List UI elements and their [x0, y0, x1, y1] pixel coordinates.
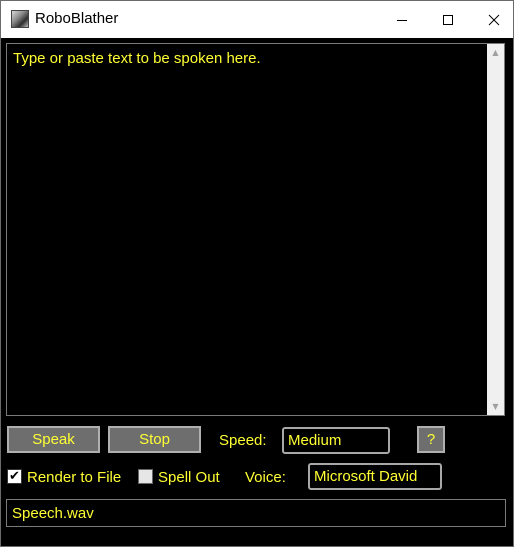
maximize-button[interactable]	[425, 1, 471, 38]
spell-out-checkbox[interactable]	[138, 469, 153, 484]
voice-select[interactable]: Microsoft David	[308, 463, 442, 490]
title-bar[interactable]: RoboBlather	[1, 1, 513, 38]
app-window: RoboBlather Type or paste text to be spo…	[0, 0, 514, 547]
speed-label: Speed:	[219, 432, 267, 449]
minimize-button[interactable]	[379, 1, 425, 38]
app-portrait-icon	[11, 10, 29, 28]
scroll-down-arrow-icon[interactable]: ▼	[487, 398, 504, 415]
close-button[interactable]	[471, 1, 514, 38]
text-placeholder: Type or paste text to be spoken here.	[13, 50, 261, 67]
maximize-icon	[443, 14, 453, 25]
scroll-up-arrow-icon[interactable]: ▲	[487, 44, 504, 61]
render-to-file-checkbox[interactable]: ✔	[7, 469, 22, 484]
output-filename-field[interactable]: Speech.wav	[6, 499, 506, 527]
window-title: RoboBlather	[35, 10, 119, 27]
speed-select[interactable]: Medium	[282, 427, 390, 454]
spell-out-label[interactable]: Spell Out	[158, 469, 220, 487]
vertical-scrollbar[interactable]: ▲ ▼	[487, 44, 504, 415]
render-to-file-label[interactable]: Render to File	[27, 469, 121, 487]
stop-button[interactable]: Stop	[108, 426, 201, 453]
minimize-icon	[397, 19, 407, 21]
voice-label: Voice:	[245, 469, 286, 486]
speech-text-area[interactable]: Type or paste text to be spoken here. ▲ …	[6, 43, 505, 416]
close-icon	[488, 14, 500, 25]
help-button[interactable]: ?	[417, 426, 445, 453]
speak-button[interactable]: Speak	[7, 426, 100, 453]
checkmark-icon: ✔	[9, 469, 20, 484]
